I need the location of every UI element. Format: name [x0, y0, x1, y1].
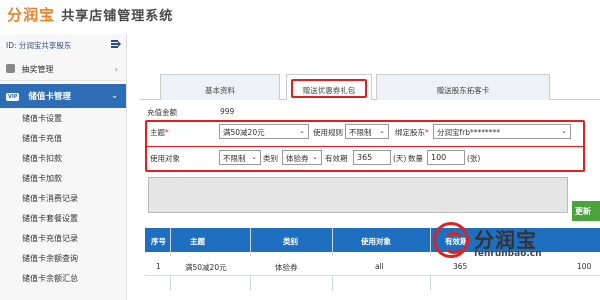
column-header: 主题	[190, 237, 205, 246]
tab-shareholder-card[interactable]: 赠送股东拓客卡	[376, 74, 550, 100]
sidebar: ID: 分润宝共享股东 抽奖管理 › VIP 储值卡管理 ⌄ 储值卡设置 储值卡…	[0, 34, 127, 300]
sidebar-subitem[interactable]: 储值卡余额查询	[0, 248, 126, 268]
sidebar-toggle-icon[interactable]	[111, 40, 121, 48]
tab-basic-info[interactable]: 基本资料	[160, 74, 280, 100]
days-unit: (天)	[393, 154, 407, 163]
chevron-right-icon: ›	[114, 65, 118, 74]
chevron-down-icon: ⌄	[251, 153, 257, 161]
watermark-domain: fenrunbao.cn	[474, 249, 542, 259]
row-target: all	[375, 262, 384, 271]
brand-title: 分润宝 共享店铺管理系统	[7, 4, 173, 25]
row-extra: 100	[577, 262, 592, 271]
validity-label: 有效期	[325, 154, 348, 163]
sidebar-subitem[interactable]: 储值卡余额汇总	[0, 268, 126, 288]
subject-label: 主题*	[150, 128, 169, 137]
system-name: 共享店铺管理系统	[61, 9, 174, 24]
row-number: 1	[156, 262, 161, 271]
tab-coupon-package[interactable]: 赠送优惠券礼包	[286, 74, 372, 100]
watermark-logo-icon	[433, 222, 469, 258]
chevron-down-icon: ⌄	[299, 127, 305, 135]
quantity-label: 数量	[408, 154, 423, 163]
recharge-value: 999	[220, 107, 235, 116]
sidebar-subitem[interactable]: 储值卡加款	[0, 168, 126, 188]
row-category: 体验券	[275, 263, 298, 272]
sheets-unit: (张)	[467, 154, 481, 163]
chevron-down-icon: ⌄	[379, 127, 385, 135]
sidebar-subitem[interactable]: 储值卡消费记录	[0, 188, 126, 208]
remarks-textarea[interactable]	[148, 177, 568, 213]
rule-select[interactable]: 不限制 ⌄	[345, 124, 389, 139]
sidebar-subitem[interactable]: 储值卡套餐设置	[0, 208, 126, 228]
store-id-text: ID: 分润宝共享股东	[6, 41, 72, 50]
target-select[interactable]: 不限制 ⌄	[219, 150, 261, 165]
highlight-box	[291, 79, 367, 98]
category-label: 类别	[263, 154, 278, 163]
table-row[interactable]: 1 满50减20元 体验券 all 365 100	[145, 256, 600, 276]
column-header: 使用对象	[361, 237, 391, 246]
chevron-down-icon: ⌄	[312, 153, 318, 161]
sidebar-item-lottery[interactable]: 抽奖管理 ›	[0, 59, 126, 81]
tab-label: 赠送股东拓客卡	[436, 86, 490, 95]
category-select[interactable]: 体验券 ⌄	[282, 150, 322, 165]
sidebar-item-label: 储值卡管理	[28, 92, 71, 102]
target-label: 使用对象	[150, 154, 180, 163]
brand-name: 分润宝	[7, 6, 56, 24]
sidebar-item-stored-value-card[interactable]: VIP 储值卡管理 ⌄	[0, 84, 126, 108]
app-header: 分润宝 共享店铺管理系统	[0, 0, 600, 34]
tab-bar: 基本资料 赠送优惠券礼包 赠送股东拓客卡	[140, 74, 600, 100]
shareholder-select[interactable]: 分润宝frb******** ⌄	[433, 124, 571, 139]
store-id: ID: 分润宝共享股东	[0, 34, 126, 54]
tab-label: 基本资料	[205, 86, 235, 95]
form-divider	[145, 146, 585, 147]
update-button[interactable]: 更新	[572, 201, 600, 221]
sidebar-subitem[interactable]: 储值卡扣款	[0, 148, 126, 168]
main-panel: 基本资料 赠送优惠券礼包 赠送股东拓客卡 充值金额 999 主题* 满50减20…	[135, 58, 600, 300]
vip-icon: VIP	[6, 93, 20, 101]
rule-label: 使用规则	[313, 128, 343, 137]
row-validity: 365	[453, 262, 468, 271]
sidebar-subitem[interactable]: 储值卡充值	[0, 128, 126, 148]
column-header: 序号	[151, 237, 166, 246]
subject-select[interactable]: 满50减20元 ⌄	[219, 124, 309, 139]
quantity-input[interactable]: 100	[427, 150, 465, 165]
chevron-down-icon: ⌄	[561, 127, 567, 135]
sidebar-item-label: 抽奖管理	[21, 65, 54, 74]
column-header: 类别	[283, 237, 298, 246]
shareholder-label: 绑定股东*	[395, 128, 429, 137]
validity-input[interactable]: 365	[353, 150, 391, 165]
row-subject: 满50减20元	[185, 263, 227, 272]
recharge-label: 充值金额	[147, 108, 177, 117]
chevron-down-icon: ⌄	[111, 91, 118, 100]
sidebar-subitem[interactable]: 储值卡充值记录	[0, 228, 126, 248]
sidebar-subitem[interactable]: 储值卡设置	[0, 108, 126, 128]
lottery-icon	[6, 64, 15, 73]
